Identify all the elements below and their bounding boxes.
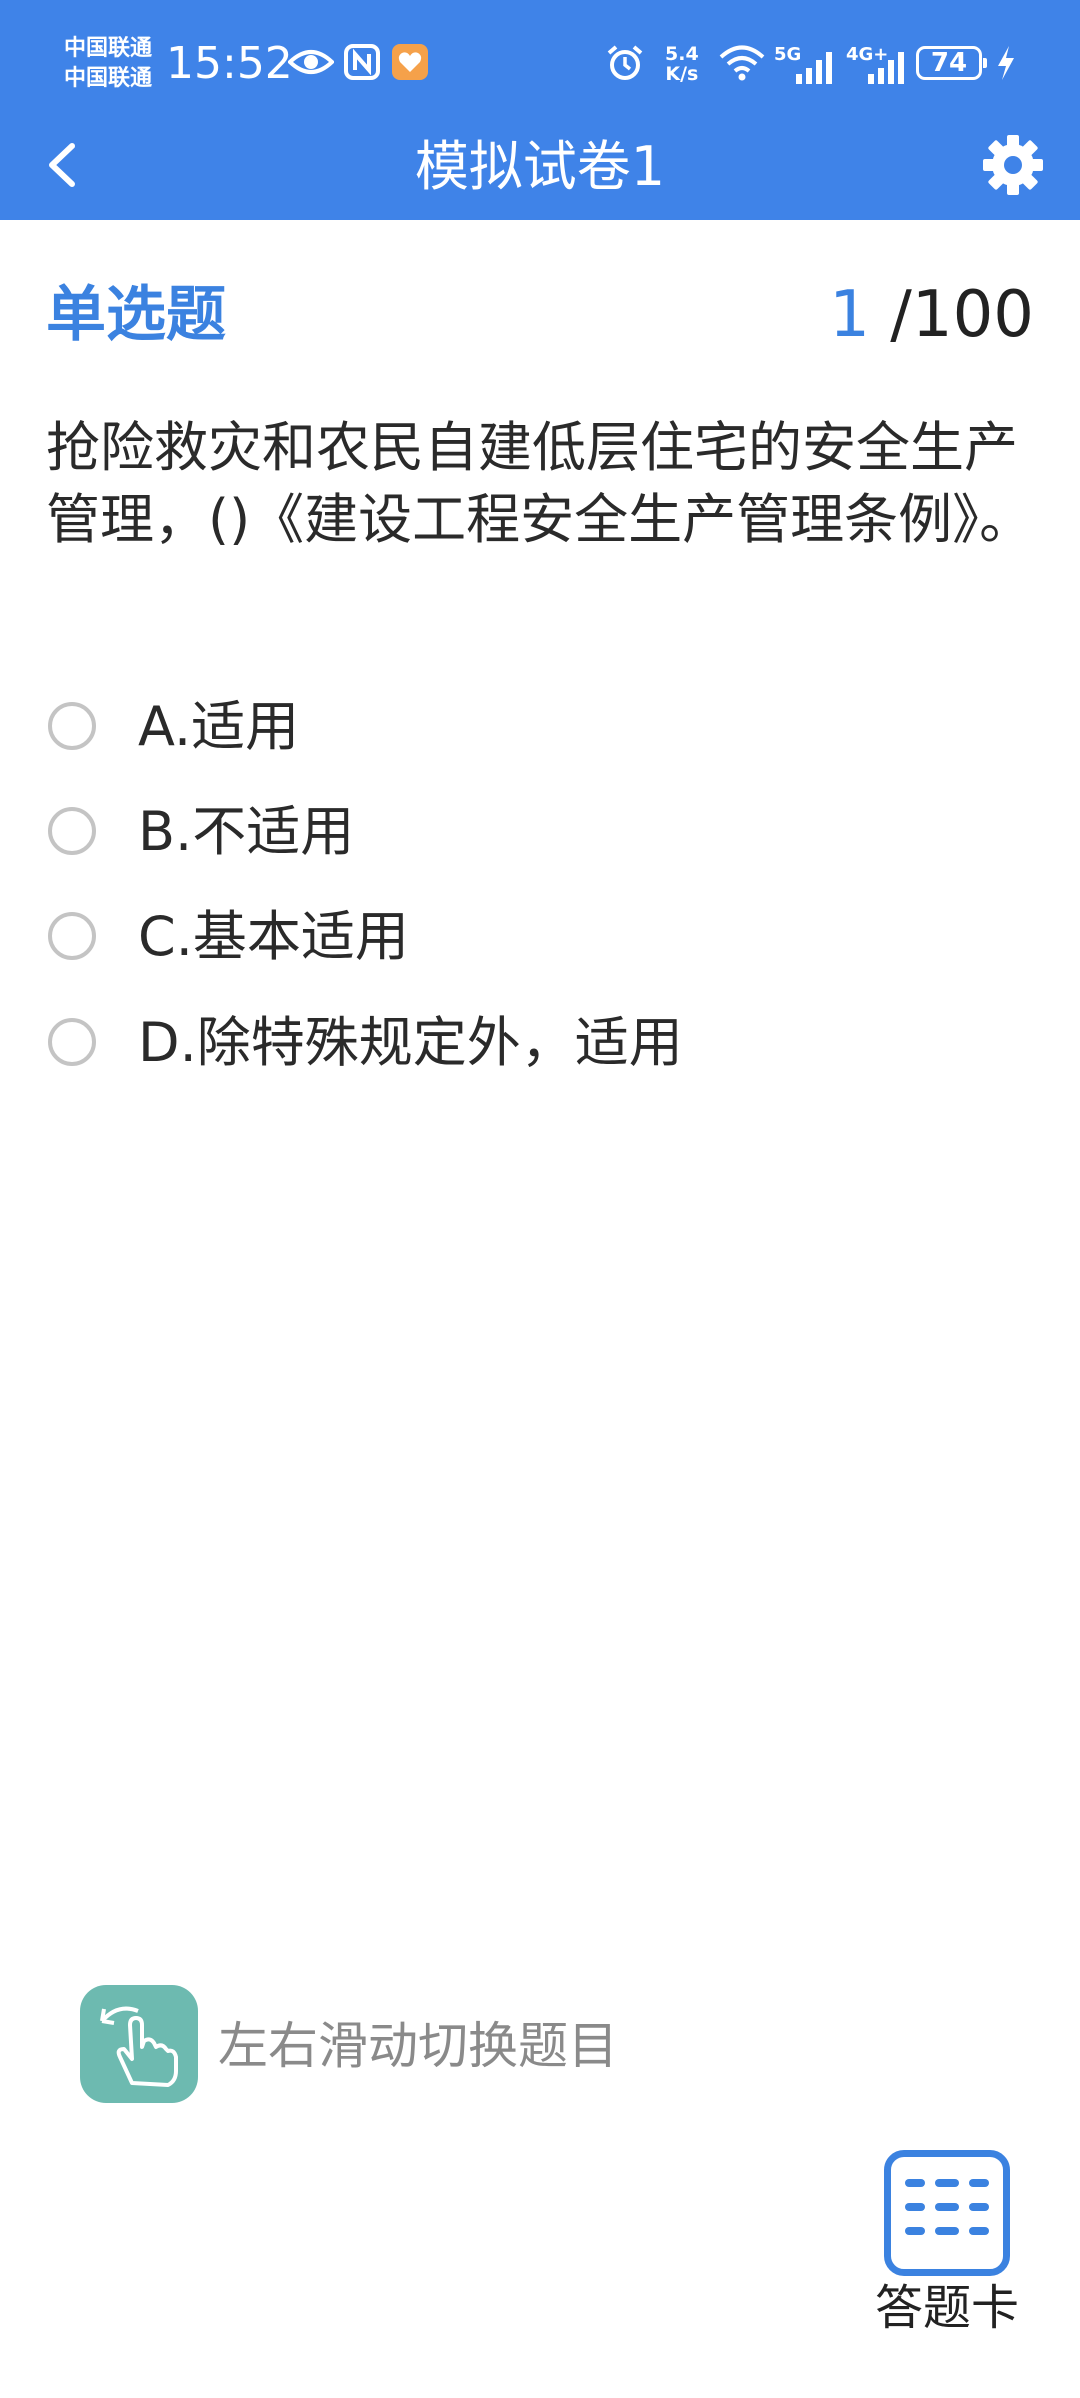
carrier-labels: 中国联通 中国联通	[64, 34, 152, 94]
radio-icon[interactable]	[48, 912, 96, 960]
net-speed-unit: K/s	[665, 63, 699, 85]
option-label: A.适用	[138, 695, 300, 758]
clock: 15:52	[166, 38, 293, 89]
swipe-hand-glyph	[100, 2006, 178, 2087]
current-question-number: 1	[829, 278, 870, 352]
grid-list-glyph	[905, 2179, 989, 2235]
option-label: D.除特殊规定外，适用	[138, 1011, 683, 1074]
question-stem: 抢险救灾和农民自建低层住宅的安全生产管理，()《建设工程安全生产管理条例》。	[46, 416, 1034, 551]
signal-bars-1	[796, 52, 832, 84]
status-bar: 中国联通 中国联通 15:52 5.4 K/s 5G 4G+ 74	[0, 0, 1080, 130]
total-questions: /100	[890, 278, 1034, 352]
swipe-hint-text: 左右滑动切换题目	[218, 2017, 618, 2075]
gear-icon	[983, 135, 1043, 195]
charging-icon	[998, 46, 1014, 80]
carrier-1: 中国联通	[64, 36, 153, 61]
signal-2-icon: 4G+	[846, 44, 910, 84]
option-b[interactable]: B.不适用	[46, 787, 946, 877]
battery-level: 74	[930, 48, 968, 78]
option-label: B.不适用	[138, 800, 355, 863]
eye-icon	[288, 50, 334, 74]
question-counter: 1 /100	[829, 278, 1034, 352]
page-title: 模拟试卷1	[414, 135, 666, 198]
wifi-icon	[719, 45, 765, 81]
option-c[interactable]: C.基本适用	[46, 892, 946, 982]
top-bar: 中国联通 中国联通 15:52 5.4 K/s 5G 4G+ 74 模拟试卷1	[0, 0, 1080, 220]
question-type: 单选题	[46, 280, 226, 350]
swipe-hand-icon	[80, 1985, 198, 2103]
battery-icon: 74	[916, 46, 987, 80]
option-label: C.基本适用	[138, 905, 409, 968]
answer-card-label: 答题卡	[874, 2280, 1019, 2336]
alarm-icon	[607, 45, 643, 80]
settings-button[interactable]	[978, 130, 1048, 200]
grid-list-icon	[884, 2150, 1010, 2276]
answer-card-button[interactable]: 答题卡	[862, 2140, 1032, 2340]
net-speed-value: 5.4	[665, 43, 699, 65]
option-d[interactable]: D.除特殊规定外，适用	[46, 998, 946, 1088]
net-speed: 5.4 K/s	[665, 44, 699, 84]
radio-icon[interactable]	[48, 807, 96, 855]
carrier-2: 中国联通	[64, 66, 153, 91]
signal-1-icon: 5G	[774, 44, 838, 84]
radio-icon[interactable]	[48, 1018, 96, 1066]
app-heart-icon	[392, 44, 428, 80]
radio-icon[interactable]	[48, 702, 96, 750]
option-a[interactable]: A.适用	[46, 682, 946, 772]
signal-bars-2	[868, 52, 904, 84]
nfc-icon	[344, 44, 380, 80]
